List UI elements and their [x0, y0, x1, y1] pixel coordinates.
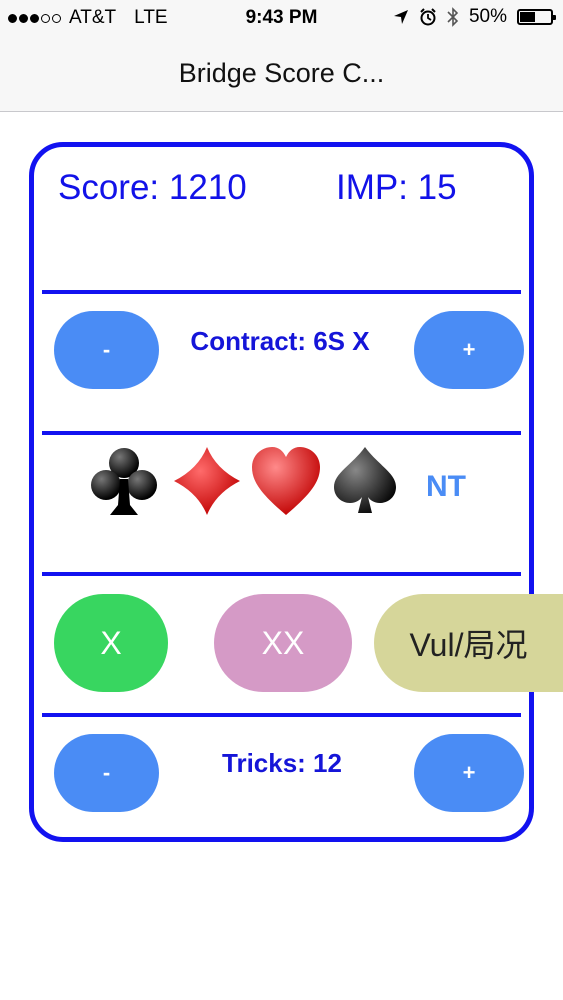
- divider: [42, 572, 521, 576]
- contract-decrease-button[interactable]: -: [54, 311, 159, 389]
- double-button[interactable]: X: [54, 594, 168, 692]
- clubs-suit-icon[interactable]: [88, 443, 160, 519]
- spades-suit-icon[interactable]: [330, 443, 400, 519]
- vulnerability-button[interactable]: Vul/局况: [374, 594, 563, 692]
- divider: [42, 431, 521, 435]
- status-bar: AT&T LTE 9:43 PM 50%: [0, 0, 563, 38]
- no-trump-button[interactable]: NT: [426, 470, 466, 504]
- bluetooth-icon: [447, 7, 459, 27]
- divider: [42, 290, 521, 294]
- alarm-clock-icon: [420, 8, 436, 26]
- status-right: 50%: [393, 6, 556, 28]
- tricks-increase-button[interactable]: +: [414, 734, 524, 812]
- status-left: AT&T LTE: [8, 7, 168, 29]
- battery-percent: 50%: [468, 6, 507, 27]
- page-title: Bridge Score C...: [178, 58, 385, 88]
- network-label: LTE: [134, 7, 168, 28]
- diamonds-suit-icon[interactable]: [172, 443, 242, 519]
- tricks-label: Tricks: 12: [222, 748, 342, 778]
- hearts-suit-icon[interactable]: [250, 443, 322, 519]
- navigation-bar: Bridge Score C...: [0, 38, 563, 112]
- contract-increase-button[interactable]: +: [414, 311, 524, 389]
- battery-icon: [517, 9, 556, 25]
- carrier-label: AT&T: [69, 7, 117, 28]
- signal-strength-icon: [8, 13, 61, 23]
- redouble-button[interactable]: XX: [214, 594, 352, 692]
- tricks-decrease-button[interactable]: -: [54, 734, 159, 812]
- score-label: Score: 1210: [58, 168, 247, 207]
- imp-label: IMP: 15: [336, 168, 457, 207]
- contract-label: Contract: 6S X: [190, 326, 370, 356]
- divider: [42, 713, 521, 717]
- location-arrow-icon: [393, 10, 408, 24]
